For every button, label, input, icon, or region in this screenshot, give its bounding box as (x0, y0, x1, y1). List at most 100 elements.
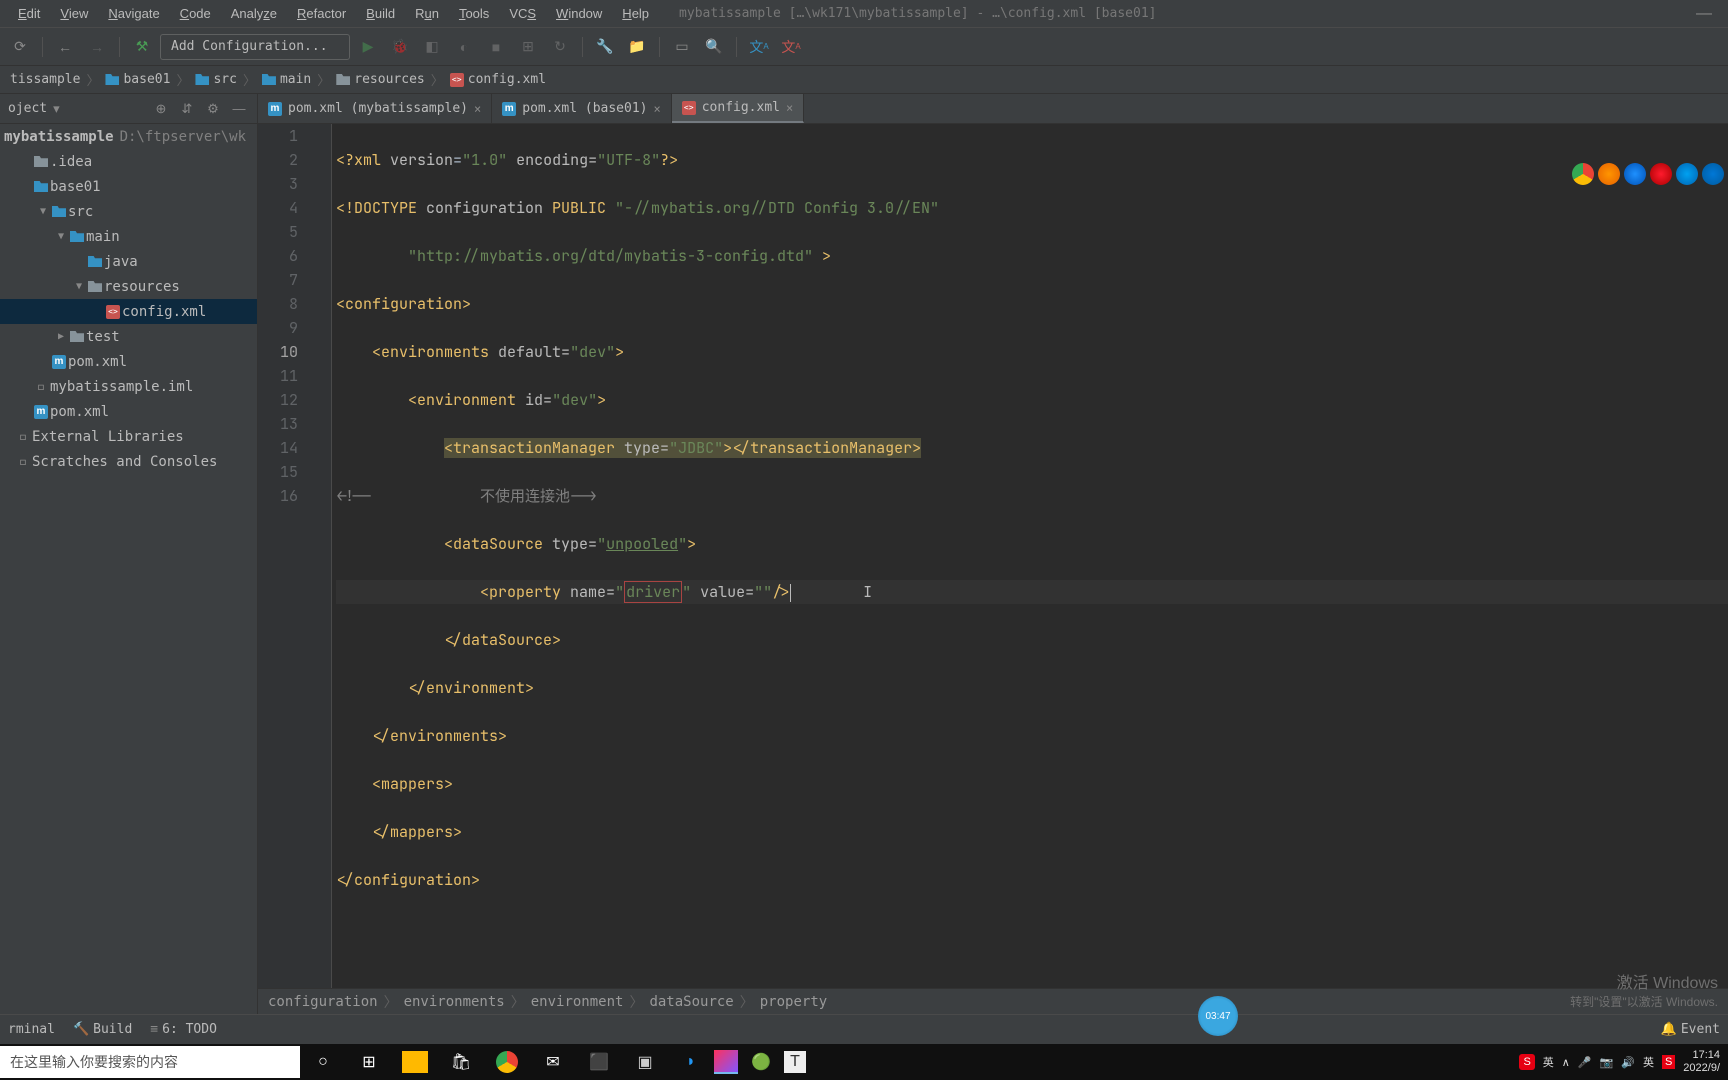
ie-icon[interactable] (1676, 163, 1698, 185)
run-configuration-dropdown[interactable]: Add Configuration... (160, 34, 350, 60)
tree-item[interactable]: <>config.xml (0, 299, 257, 324)
back-icon[interactable]: ← (51, 33, 79, 61)
text-icon[interactable]: T (784, 1051, 806, 1073)
volume-icon[interactable]: 🔊 (1621, 1056, 1635, 1069)
tree-item[interactable]: mpom.xml (0, 399, 257, 424)
crumb[interactable]: dataSource (649, 994, 733, 1010)
translate-a-icon[interactable]: 文A (745, 33, 773, 61)
clock[interactable]: 17:14 2022/9/ (1683, 1049, 1720, 1075)
project-header-label[interactable]: oject (8, 101, 47, 116)
bc-file[interactable]: <>config.xml (446, 72, 550, 87)
debug-icon[interactable]: 🐞 (386, 33, 414, 61)
editor-tab[interactable]: mpom.xml (base01)× (492, 94, 671, 123)
crumb[interactable]: configuration (268, 994, 378, 1010)
build-tab[interactable]: 🔨Build (73, 1022, 132, 1037)
mic-icon[interactable]: 🎤 (1578, 1056, 1592, 1069)
safari-icon[interactable] (1624, 163, 1646, 185)
cortana-icon[interactable]: ○ (300, 1044, 346, 1080)
mail-icon[interactable]: ✉ (530, 1044, 576, 1080)
intellij-icon[interactable] (714, 1050, 738, 1074)
tree-item[interactable]: ▫Scratches and Consoles (0, 449, 257, 474)
tree-item[interactable]: java (0, 249, 257, 274)
editor-tab[interactable]: mpom.xml (mybatissample)× (258, 94, 492, 123)
menu-navigate[interactable]: Navigate (98, 2, 169, 25)
tree-item[interactable]: ▶test (0, 324, 257, 349)
search-icon[interactable]: 🔍 (700, 33, 728, 61)
opera-icon[interactable] (1650, 163, 1672, 185)
store-icon[interactable]: 🛍 (438, 1044, 484, 1080)
bc-module[interactable]: base01 (101, 72, 174, 87)
camera-icon[interactable]: 📷 (1600, 1056, 1614, 1069)
bc-project[interactable]: tissample (6, 72, 84, 87)
menu-run[interactable]: Run (405, 2, 449, 25)
menu-vcs[interactable]: VCS (499, 2, 546, 25)
tree-item[interactable]: ▼src (0, 199, 257, 224)
tree-item[interactable]: ▼resources (0, 274, 257, 299)
tray-up-icon[interactable]: ∧ (1562, 1056, 1570, 1069)
bc-resources[interactable]: resources (332, 72, 428, 87)
tree-item[interactable]: base01 (0, 174, 257, 199)
expand-all-icon[interactable]: ⇵ (177, 101, 197, 117)
reload-icon[interactable]: ↻ (546, 33, 574, 61)
build-icon[interactable]: ⚒ (128, 33, 156, 61)
run-icon[interactable]: ▶ (354, 33, 382, 61)
crumb[interactable]: environment (531, 994, 624, 1010)
minimize-button[interactable]: — (1688, 5, 1720, 23)
menu-window[interactable]: Window (546, 2, 612, 25)
app3-icon[interactable]: 🟢 (738, 1044, 784, 1080)
crumb[interactable]: environments (404, 994, 505, 1010)
app-icon[interactable]: ⬛ (576, 1044, 622, 1080)
ime-lang[interactable]: 英 (1543, 1054, 1554, 1070)
tree-root[interactable]: mybatissample D:\ftpserver\wk (0, 124, 257, 149)
explorer-icon[interactable] (402, 1051, 428, 1073)
menu-refactor[interactable]: Refactor (287, 2, 356, 25)
crumb[interactable]: property (760, 994, 827, 1010)
device-icon[interactable]: ▭ (668, 33, 696, 61)
menu-analyze[interactable]: Analyze (221, 2, 287, 25)
close-tab-icon[interactable]: × (653, 102, 660, 116)
close-tab-icon[interactable]: × (786, 101, 793, 115)
sync-icon[interactable]: ⟳ (6, 33, 34, 61)
firefox-icon[interactable] (1598, 163, 1620, 185)
windows-search-input[interactable]: 在这里输入你要搜索的内容 (0, 1046, 300, 1078)
bc-main[interactable]: main (258, 72, 315, 87)
menu-view[interactable]: View (50, 2, 98, 25)
app2-icon[interactable]: ◗ (668, 1044, 714, 1080)
project-structure-icon[interactable]: 📁 (623, 33, 651, 61)
ime-lang2[interactable]: 英 (1643, 1054, 1654, 1070)
profile-icon[interactable]: ◐ (450, 33, 478, 61)
project-tree[interactable]: mybatissample D:\ftpserver\wk .ideabase0… (0, 124, 257, 1014)
sogou-icon[interactable]: S (1662, 1055, 1675, 1069)
terminal-icon[interactable]: ▣ (622, 1044, 668, 1080)
chrome-taskbar-icon[interactable] (484, 1044, 530, 1080)
code-content[interactable]: <?xml version="1.0" encoding="UTF-8"?> <… (332, 124, 1728, 988)
close-tab-icon[interactable]: × (474, 102, 481, 116)
forward-icon[interactable]: → (83, 33, 111, 61)
chrome-icon[interactable] (1572, 163, 1594, 185)
editor-tab[interactable]: <>config.xml× (672, 94, 805, 123)
code-editor[interactable]: 12345678910111213141516 <?xml version="1… (258, 124, 1728, 988)
tree-item[interactable]: ▫External Libraries (0, 424, 257, 449)
hide-icon[interactable]: — (229, 101, 249, 116)
fold-gutter[interactable] (318, 124, 332, 988)
tree-item[interactable]: ▫mybatissample.iml (0, 374, 257, 399)
todo-tab[interactable]: ≡6: TODO (150, 1022, 217, 1037)
menu-code[interactable]: Code (170, 2, 221, 25)
event-log-tab[interactable]: 🔔Event (1661, 1022, 1720, 1037)
settings-gear-icon[interactable]: ⚙ (203, 101, 223, 117)
menu-edit[interactable]: Edit (8, 2, 50, 25)
tree-item[interactable]: .idea (0, 149, 257, 174)
attach-icon[interactable]: ⊞ (514, 33, 542, 61)
terminal-tab[interactable]: rminal (8, 1022, 55, 1037)
ime-indicator[interactable]: S (1519, 1054, 1534, 1070)
menu-help[interactable]: Help (612, 2, 659, 25)
coverage-icon[interactable]: ◧ (418, 33, 446, 61)
menu-tools[interactable]: Tools (449, 2, 499, 25)
stop-icon[interactable]: ■ (482, 33, 510, 61)
tree-item[interactable]: ▼main (0, 224, 257, 249)
bc-src[interactable]: src (191, 72, 240, 87)
translate-b-icon[interactable]: 文A (777, 33, 805, 61)
edge-icon[interactable] (1702, 163, 1724, 185)
task-view-icon[interactable]: ⊞ (346, 1044, 392, 1080)
wrench-icon[interactable]: 🔧 (591, 33, 619, 61)
